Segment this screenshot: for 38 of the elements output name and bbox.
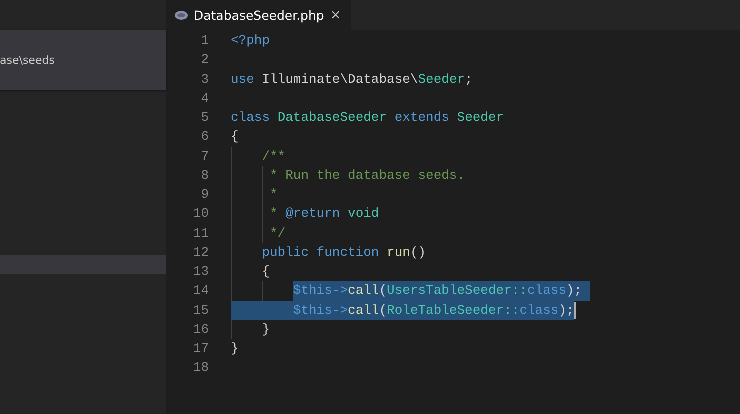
line-number: 1 bbox=[200, 32, 209, 50]
line-number: 11 bbox=[192, 224, 209, 242]
line-number: 10 bbox=[192, 205, 209, 224]
code-line: class DatabaseSeeder extends Seeder bbox=[231, 109, 504, 127]
line-number: 4 bbox=[200, 90, 209, 108]
selected-row[interactable] bbox=[0, 255, 166, 274]
close-icon[interactable]: × bbox=[330, 8, 342, 22]
line-number: 5 bbox=[200, 109, 209, 127]
line-number: 8 bbox=[200, 166, 209, 185]
code-line: use Illuminate\Database\Seeder; bbox=[231, 70, 473, 88]
folder-path[interactable]: ase\seeds bbox=[0, 54, 55, 66]
code-line: public function run() bbox=[262, 244, 426, 262]
code-line: $this->call(RoleTableSeeder::class); bbox=[293, 300, 576, 320]
line-number: 3 bbox=[200, 70, 209, 88]
code-line: <?php bbox=[231, 32, 270, 50]
line-number: 14 bbox=[192, 282, 209, 300]
code-line: { bbox=[231, 128, 239, 146]
code-line: { bbox=[262, 263, 270, 281]
code-line: */ bbox=[268, 224, 286, 242]
code-line: $this->call(UsersTableSeeder::class); bbox=[293, 282, 582, 300]
line-number: 9 bbox=[200, 186, 209, 204]
line-number: 6 bbox=[200, 128, 209, 146]
line-number: 13 bbox=[192, 263, 209, 281]
line-number: 12 bbox=[192, 244, 209, 262]
code-line: * bbox=[268, 186, 278, 204]
editor-tab[interactable]: DatabaseSeeder.php × bbox=[166, 0, 352, 30]
code-line: } bbox=[262, 320, 270, 339]
line-number: 2 bbox=[200, 51, 209, 70]
line-number: 15 bbox=[192, 302, 209, 320]
code-line: } bbox=[231, 340, 239, 358]
code-line: /** bbox=[262, 148, 286, 166]
line-number: 17 bbox=[192, 340, 209, 358]
line-number: 7 bbox=[200, 148, 209, 166]
code-line: * Run the database seeds. bbox=[268, 166, 466, 185]
php-file-icon bbox=[175, 10, 188, 20]
line-number: 18 bbox=[192, 359, 209, 378]
line-number: 16 bbox=[192, 320, 209, 339]
code-line: * @return void bbox=[268, 205, 380, 224]
